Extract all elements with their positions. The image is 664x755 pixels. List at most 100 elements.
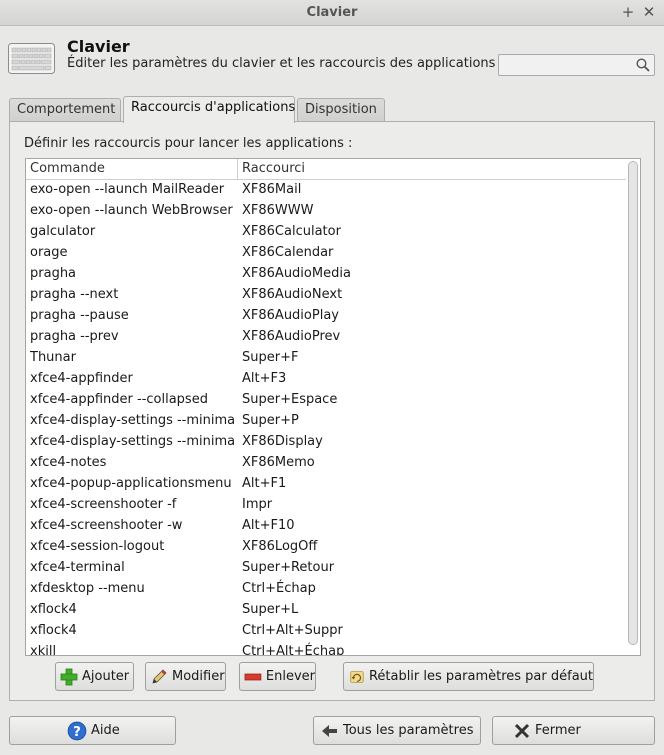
command-cell: galculator (30, 224, 96, 239)
table-row[interactable]: xkill Ctrl+Alt+Échap (26, 642, 626, 656)
scrollbar-thumb[interactable] (628, 161, 638, 645)
table-row[interactable]: pragha --prev XF86AudioPrev (26, 327, 626, 348)
command-cell: pragha --prev (30, 329, 119, 344)
command-cell: xfce4-display-settings --minimal (30, 434, 236, 449)
shortcut-cell: XF86AudioNext (242, 287, 343, 302)
pencil-icon (152, 668, 167, 684)
svg-text:?: ? (73, 725, 81, 740)
add-button[interactable]: Ajouter (55, 662, 134, 691)
command-cell: xfdesktop --menu (30, 581, 145, 596)
tab-layout[interactable]: Disposition (297, 98, 385, 122)
shortcuts-list[interactable]: Commande Raccourci exo-open --launch Mai… (25, 158, 641, 656)
reset-defaults-label: Rétablir les paramètres par défaut (368, 669, 593, 684)
maximize-button[interactable]: + (619, 3, 637, 21)
remove-button-label: Enlever (265, 669, 315, 684)
command-cell: exo-open --launch MailReader (30, 182, 225, 197)
search-box[interactable] (498, 54, 655, 76)
column-header-command[interactable]: Commande (30, 161, 105, 176)
close-button[interactable]: Fermer (492, 716, 655, 745)
dialog-header: Clavier Éditer les paramètres du clavier… (0, 26, 664, 92)
table-row[interactable]: xflock4 Super+L (26, 600, 626, 621)
shortcut-cell: Super+P (242, 413, 299, 428)
search-input[interactable] (502, 56, 630, 74)
shortcut-cell: XF86LogOff (242, 539, 318, 554)
tab-behavior[interactable]: Comportement (9, 98, 121, 122)
window-title: Clavier (306, 5, 358, 20)
close-window-button[interactable]: ✕ (640, 3, 658, 21)
table-row[interactable]: xfce4-display-settings --minimal Super+P (26, 411, 626, 432)
command-cell: pragha --next (30, 287, 119, 302)
shortcut-cell: XF86Mail (242, 182, 302, 197)
minus-icon (244, 673, 262, 680)
edit-button-label: Modifier (172, 669, 225, 684)
command-cell: Thunar (30, 350, 76, 365)
shortcut-cell: Super+Espace (242, 392, 338, 407)
shortcut-cell: XF86Calendar (242, 245, 334, 260)
table-row[interactable]: pragha XF86AudioMedia (26, 264, 626, 285)
command-cell: pragha (30, 266, 77, 281)
command-cell: xfce4-session-logout (30, 539, 165, 554)
command-cell: exo-open --launch WebBrowser (30, 203, 233, 218)
remove-button[interactable]: Enlever (239, 662, 316, 691)
table-row[interactable]: xfce4-appfinder --collapsed Super+Espace (26, 390, 626, 411)
table-row[interactable]: xfce4-popup-applicationsmenu Alt+F1 (26, 474, 626, 495)
shortcut-cell: XF86AudioMedia (242, 266, 351, 281)
shortcut-cell: Super+Retour (242, 560, 335, 575)
plus-icon (60, 668, 78, 685)
shortcuts-label: Définir les raccourcis pour lancer les a… (24, 136, 353, 151)
all-settings-button[interactable]: Tous les paramètres (313, 716, 481, 745)
table-row[interactable]: galculator XF86Calculator (26, 222, 626, 243)
column-header-shortcut[interactable]: Raccourci (242, 161, 305, 176)
reset-defaults-button[interactable]: Rétablir les paramètres par défaut (343, 662, 594, 691)
table-row[interactable]: xfce4-display-settings --minimal XF86Disp… (26, 432, 626, 453)
list-rows: exo-open --launch MailReader XF86Mail exo-… (26, 180, 626, 656)
tab-application-shortcuts[interactable]: Raccourcis d'applications (123, 96, 295, 123)
title-bar: Clavier + ✕ (0, 0, 664, 26)
all-settings-label: Tous les paramètres (343, 723, 474, 738)
table-row[interactable]: xflock4 Ctrl+Alt+Suppr (26, 621, 626, 642)
shortcut-cell: Alt+F10 (242, 518, 295, 533)
table-row[interactable]: pragha --pause XF86AudioPlay (26, 306, 626, 327)
command-cell: xkill (30, 644, 57, 656)
command-cell: xfce4-screenshooter -f (30, 497, 177, 512)
table-row[interactable]: exo-open --launch MailReader XF86Mail (26, 180, 626, 201)
arrow-left-icon (322, 724, 337, 737)
page-title: Clavier (67, 37, 130, 56)
table-row[interactable]: xfce4-session-logout XF86LogOff (26, 537, 626, 558)
shortcut-cell: Super+F (242, 350, 299, 365)
vertical-scrollbar[interactable] (627, 161, 639, 653)
command-cell: orage (30, 245, 68, 260)
command-cell: xfce4-screenshooter -w (30, 518, 183, 533)
table-row[interactable]: exo-open --launch WebBrowser XF86WWW (26, 201, 626, 222)
command-cell: xfce4-terminal (30, 560, 125, 575)
table-row[interactable]: orage XF86Calendar (26, 243, 626, 264)
table-row[interactable]: xfce4-terminal Super+Retour (26, 558, 626, 579)
search-icon[interactable] (636, 58, 650, 72)
table-row[interactable]: xfce4-appfinder Alt+F3 (26, 369, 626, 390)
add-button-label: Ajouter (82, 669, 130, 684)
shortcut-cell: Ctrl+Échap (242, 581, 316, 596)
help-button[interactable]: ? Aide (9, 716, 176, 745)
table-row[interactable]: xfce4-notes XF86Memo (26, 453, 626, 474)
table-row[interactable]: xfdesktop --menu Ctrl+Échap (26, 579, 626, 600)
command-cell: xflock4 (30, 602, 77, 617)
help-button-label: Aide (91, 723, 120, 738)
column-separator[interactable] (237, 159, 238, 180)
table-row[interactable]: Thunar Super+F (26, 348, 626, 369)
command-cell: xfce4-display-settings --minimal (30, 413, 236, 428)
shortcuts-panel: Définir les raccourcis pour lancer les a… (9, 121, 655, 701)
shortcut-cell: XF86WWW (242, 203, 314, 218)
shortcut-cell: Super+L (242, 602, 299, 617)
table-row[interactable]: xfce4-screenshooter -w Alt+F10 (26, 516, 626, 537)
edit-button[interactable]: Modifier (145, 662, 226, 691)
table-row[interactable]: xfce4-screenshooter -f Impr (26, 495, 626, 516)
shortcut-cell: XF86Memo (242, 455, 315, 470)
shortcut-cell: Alt+F3 (242, 371, 287, 386)
command-cell: xfce4-notes (30, 455, 107, 470)
shortcut-cell: XF86AudioPrev (242, 329, 341, 344)
shortcut-cell: XF86Calculator (242, 224, 341, 239)
shortcut-cell: XF86Display (242, 434, 323, 449)
shortcut-cell: Impr (242, 497, 273, 512)
page-subtitle: Éditer les paramètres du clavier et les … (67, 56, 496, 71)
table-row[interactable]: pragha --next XF86AudioNext (26, 285, 626, 306)
